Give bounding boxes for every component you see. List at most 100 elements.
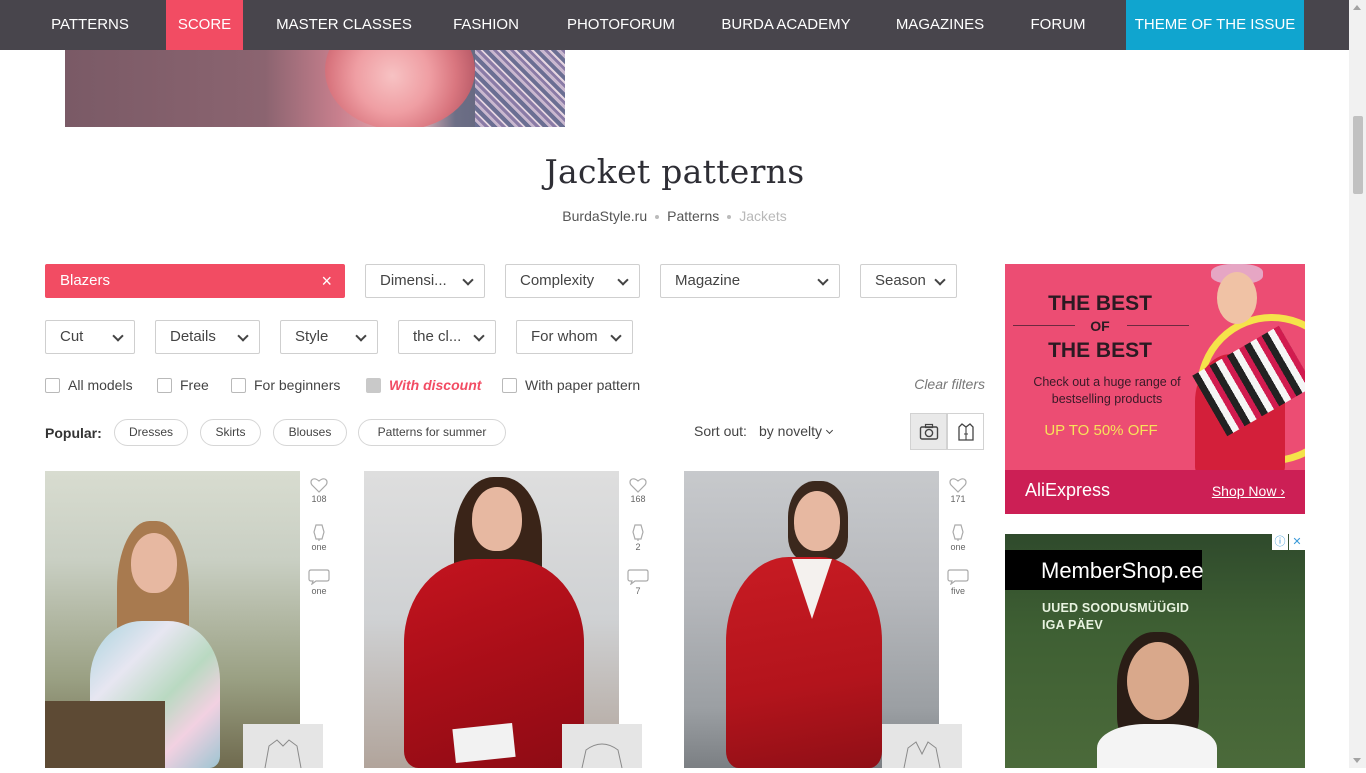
checkbox-box[interactable] [502, 378, 517, 393]
dress-form-icon[interactable] [310, 523, 328, 541]
filter-label: Season [875, 272, 926, 289]
checkbox-all-models[interactable]: All models [45, 376, 133, 394]
breadcrumb-home[interactable]: BurdaStyle.ru [562, 208, 647, 224]
tag-patterns-for-summer[interactable]: Patterns for summer [358, 419, 506, 446]
jacket-sketch-icon [264, 739, 302, 769]
filter-for-whom[interactable]: For whom [516, 320, 633, 354]
heart-icon[interactable] [310, 477, 328, 493]
checkbox-label: For beginners [254, 377, 341, 393]
camera-icon [919, 423, 939, 440]
filter-label: For whom [531, 328, 598, 345]
nav-photoforum[interactable]: PHOTOFORUM [556, 0, 686, 50]
filter-season[interactable]: Season [860, 264, 957, 298]
filter-blazers[interactable]: Blazers × [45, 264, 345, 298]
checkbox-box[interactable] [45, 378, 60, 393]
hero-banner-image [65, 50, 565, 127]
breadcrumb-separator [655, 215, 660, 220]
nav-forum[interactable]: FORUM [1018, 0, 1098, 50]
tag-blouses[interactable]: Blouses [273, 419, 347, 446]
dress-form-icon[interactable] [949, 523, 967, 541]
ad-close-icon[interactable]: ✕ [1289, 534, 1305, 550]
comment-icon[interactable] [627, 569, 649, 585]
model-face-image [794, 491, 840, 551]
checkbox-box[interactable] [231, 378, 246, 393]
saves-stat[interactable]: one [302, 523, 336, 569]
comments-stat[interactable]: one [302, 569, 336, 615]
comment-icon[interactable] [308, 569, 330, 585]
page-scrollbar[interactable] [1349, 0, 1366, 768]
model-face-image [131, 533, 177, 593]
nav-fashion[interactable]: FASHION [440, 0, 532, 50]
chevron-down-icon [462, 274, 474, 286]
checkbox-box[interactable] [366, 378, 381, 393]
pattern-sketch-thumbnail[interactable] [562, 724, 642, 769]
breadcrumb-patterns[interactable]: Patterns [667, 208, 719, 224]
checkbox-for-beginners[interactable]: For beginners [231, 376, 340, 394]
likes-stat[interactable]: 108 [302, 477, 336, 523]
photo-view-toggle[interactable] [910, 413, 947, 450]
filter-label: Details [170, 328, 216, 345]
comment-icon[interactable] [947, 569, 969, 585]
scroll-thumb[interactable] [1353, 116, 1363, 194]
chevron-down-icon [826, 426, 834, 435]
chevron-down-icon [610, 330, 622, 342]
checkbox-with-paper-pattern[interactable]: With paper pattern [502, 376, 640, 394]
product-card[interactable]: 108 one one [45, 471, 345, 769]
checkbox-label: With discount [389, 377, 482, 393]
product-card[interactable]: 168 2 7 [364, 471, 664, 769]
tag-dresses[interactable]: Dresses [114, 419, 188, 446]
ad-footer-bar: AliExpress Shop Now › [1005, 470, 1305, 514]
saves-stat[interactable]: 2 [621, 523, 655, 569]
shop-now-link[interactable]: Shop Now › [1212, 483, 1285, 499]
saves-stat[interactable]: one [941, 523, 975, 569]
filter-label: the cl... [413, 328, 462, 345]
membershop-logo: MemberShop.ee [1041, 558, 1204, 583]
breadcrumb-current: Jackets [739, 208, 787, 224]
pattern-sketch-thumbnail[interactable] [243, 724, 323, 769]
close-icon[interactable]: × [321, 265, 332, 297]
filter-the-cl[interactable]: the cl... [398, 320, 496, 354]
pattern-sketch-thumbnail[interactable] [882, 724, 962, 769]
scroll-down-arrow-icon[interactable] [1353, 758, 1361, 763]
filter-cut[interactable]: Cut [45, 320, 135, 354]
nav-master-classes[interactable]: MASTER CLASSES [266, 0, 422, 50]
aliexpress-logo: AliExpress [1025, 480, 1111, 500]
clear-filters-link[interactable]: Clear filters [914, 376, 985, 392]
filter-dimensions[interactable]: Dimensi... [365, 264, 485, 298]
checkbox-free[interactable]: Free [157, 376, 209, 394]
likes-count: 108 [311, 494, 327, 504]
membershop-ad[interactable]: MemberShop.ee UUED SOODUSMÜÜGID IGA PÄEV… [1005, 534, 1305, 768]
aliexpress-ad[interactable]: THE BEST OF THE BEST Check out a huge ra… [1005, 264, 1305, 514]
likes-stat[interactable]: 168 [621, 477, 655, 523]
sort-dropdown[interactable]: by novelty [759, 423, 834, 439]
chevron-down-icon [617, 274, 629, 286]
ad-headline-line2: OF [1090, 318, 1110, 334]
checkbox-box[interactable] [157, 378, 172, 393]
ad-tagline-line2: IGA PÄEV [1042, 618, 1103, 632]
nav-score[interactable]: SCORE [166, 0, 243, 50]
checkbox-with-discount[interactable]: With discount [366, 376, 481, 394]
heart-icon[interactable] [949, 477, 967, 493]
nav-patterns[interactable]: PATTERNS [38, 0, 142, 50]
nav-magazines[interactable]: MAGAZINES [884, 0, 996, 50]
breadcrumb: BurdaStyle.ru Patterns Jackets [0, 208, 1349, 224]
nav-burda-academy[interactable]: BURDA ACADEMY [710, 0, 862, 50]
filter-complexity[interactable]: Complexity [505, 264, 640, 298]
sketch-view-toggle[interactable] [947, 413, 984, 450]
filter-magazine[interactable]: Magazine [660, 264, 840, 298]
ad-model-face-image [1217, 272, 1257, 324]
heart-icon[interactable] [629, 477, 647, 493]
filter-style[interactable]: Style [280, 320, 378, 354]
filter-details[interactable]: Details [155, 320, 260, 354]
comments-stat[interactable]: 7 [621, 569, 655, 615]
product-stats: 171 one five [941, 477, 975, 615]
nav-theme-of-the-issue[interactable]: THEME OF THE ISSUE [1126, 0, 1304, 50]
ad-headline-line1: THE BEST [1048, 292, 1152, 315]
tag-skirts[interactable]: Skirts [200, 419, 261, 446]
ad-info-icon[interactable]: ⓘ [1272, 534, 1288, 550]
likes-stat[interactable]: 171 [941, 477, 975, 523]
dress-form-icon[interactable] [629, 523, 647, 541]
comments-stat[interactable]: five [941, 569, 975, 615]
product-card[interactable]: 171 one five [684, 471, 984, 769]
scroll-up-arrow-icon[interactable] [1353, 5, 1361, 10]
